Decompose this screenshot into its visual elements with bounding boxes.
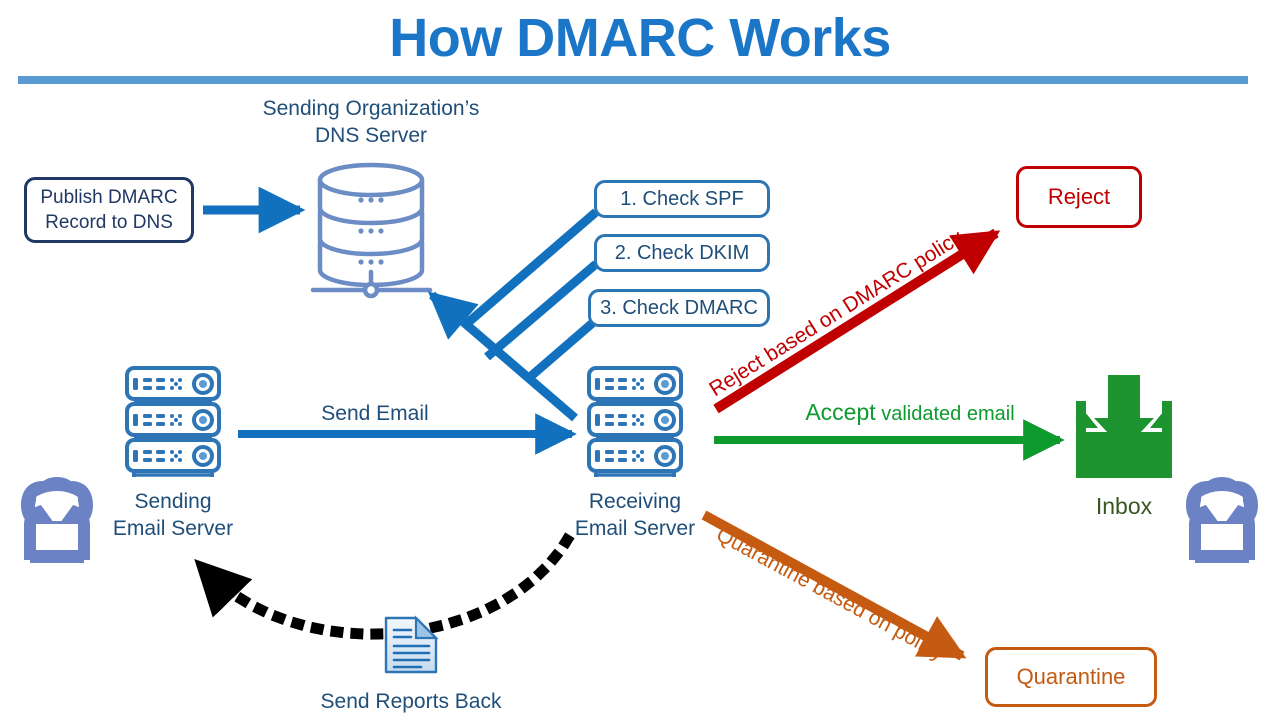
diagram-canvas: How DMARC Works Sending Organization’s D…	[0, 0, 1280, 720]
dns-server-label: Sending Organization’s DNS Server	[262, 97, 480, 147]
dns-query-arrow	[427, 208, 599, 422]
check-dkim-box[interactable]: 2. Check DKIM	[594, 234, 770, 272]
inbox-label: Inbox	[1095, 493, 1153, 519]
quarantine-box[interactable]: Quarantine	[985, 647, 1157, 707]
report-document-icon	[384, 615, 439, 674]
send-reports-label: Send Reports Back	[320, 690, 502, 713]
inbox-tray-icon	[1076, 375, 1172, 478]
send-email-label: Send Email	[321, 402, 429, 425]
person-right-icon	[1186, 476, 1258, 563]
publish-dmarc-box[interactable]: Publish DMARC Record to DNS	[24, 177, 194, 243]
check-spf-box[interactable]: 1. Check SPF	[594, 180, 770, 218]
accept-label: Accept validated email	[760, 399, 1060, 426]
accept-label-rest: validated email	[875, 403, 1015, 425]
check-dmarc-box[interactable]: 3. Check DMARC	[588, 289, 770, 327]
sending-server-label: Sending Email Server	[112, 490, 234, 540]
accept-label-strong: Accept	[805, 399, 876, 425]
sending-server-icon	[125, 366, 221, 477]
reject-box[interactable]: Reject	[1016, 166, 1142, 228]
connector-layer	[21, 162, 1258, 674]
receiving-server-label: Receiving Email Server	[574, 490, 696, 540]
receiving-server-icon	[587, 366, 683, 477]
